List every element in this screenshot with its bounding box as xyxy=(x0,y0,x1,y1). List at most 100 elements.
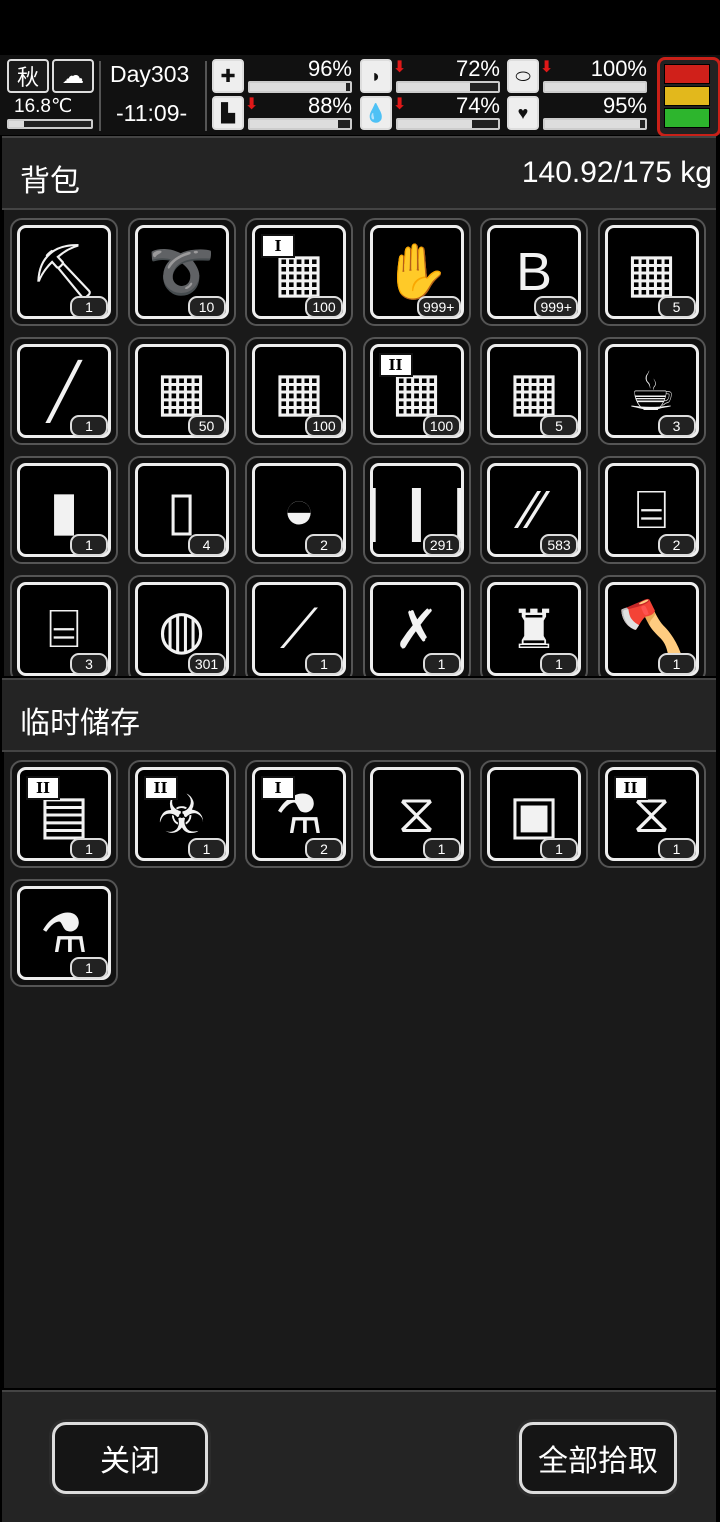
stat-heart: ♥ 95% xyxy=(507,93,649,130)
item-count: 1 xyxy=(657,653,696,675)
item-count: 4 xyxy=(187,534,226,556)
item-slot[interactable]: ╱ 1 xyxy=(10,337,118,445)
tier-badge: II xyxy=(26,776,60,800)
item-slot[interactable]: ⛏ 1 xyxy=(10,218,118,326)
item-slot[interactable]: ▦ 5 xyxy=(597,218,706,326)
item-count: 5 xyxy=(540,415,578,437)
item-count: 1 xyxy=(422,838,461,860)
item-count: 999+ xyxy=(416,296,461,318)
pickup-all-button[interactable]: 全部拾取 xyxy=(519,1422,677,1494)
storage-header: 临时储存 xyxy=(2,678,716,752)
item-count: 100 xyxy=(305,296,343,318)
stat-value: 96% xyxy=(307,56,352,81)
item-slot[interactable]: ▤ II 1 xyxy=(10,760,118,868)
item-slot[interactable]: ⌸ 3 xyxy=(10,575,118,676)
status-bar: 秋 ☁ 16.8℃ Day303 -11:09- ✚ 96% ◗ ⬇ 72% ⬭ ⬇ 100%… xyxy=(0,55,720,137)
temperature-label: 16.8℃ xyxy=(14,96,73,117)
item-count: 1 xyxy=(187,838,226,860)
stat-thirst: 💧 ⬇ 74% xyxy=(360,93,502,130)
item-slot[interactable]: ♜ 1 xyxy=(480,575,588,676)
stat-bar xyxy=(248,81,352,93)
item-count: 1 xyxy=(70,296,108,318)
item-slot[interactable]: ⧖ II 1 xyxy=(597,760,706,868)
storage-grid[interactable]: ▤ II 1 ☣ II 1 ⚗ I 2 ⧖ 1 ▣ 1 ⧖ II 1 ⚗ 1 xyxy=(4,752,716,1388)
stat-hunger: ◗ ⬇ 72% xyxy=(360,56,502,93)
item-slot[interactable]: ❙❙❙291 xyxy=(362,456,471,564)
item-count: 50 xyxy=(187,415,226,437)
item-slot[interactable]: ▦ II 100 xyxy=(362,337,471,445)
stat-bar xyxy=(396,118,500,130)
stat-health: ✚ 96% xyxy=(212,56,354,93)
stat-bar xyxy=(396,81,500,93)
stat-bar xyxy=(248,118,352,130)
stat-value: 74% xyxy=(455,93,500,118)
temperature-bar xyxy=(7,119,93,129)
backpack-weight: 140.92/175 kg xyxy=(521,156,712,189)
stat-value: 100% xyxy=(590,56,647,81)
item-slot[interactable]: ▯ 4 xyxy=(127,456,236,564)
divider xyxy=(99,61,101,131)
heart-icon: ♥ xyxy=(507,96,539,130)
item-count: 301 xyxy=(187,653,226,675)
pill-icon: ⬭ xyxy=(507,59,539,93)
stat-value: 95% xyxy=(602,93,647,118)
item-slot[interactable]: ▮ 1 xyxy=(10,456,118,564)
item-count: 1 xyxy=(657,838,696,860)
boot-icon: ▙ xyxy=(212,96,244,130)
item-count: 2 xyxy=(305,534,343,556)
medkit-icon: ✚ xyxy=(212,59,244,93)
backpack-grid[interactable]: ⛏ 1 ➰ 10 ▦ I 100 ✋ 999+ B 999+ ▦ 5 ╱ 1 ▦ 50 ▦ 100 ▦ II 100 ▦ 5 ☕… xyxy=(4,210,716,676)
backpack-header: 背包 140.92/175 kg xyxy=(2,136,716,210)
item-count: 291 xyxy=(422,534,461,556)
item-slot[interactable]: ⚗ I 2 xyxy=(245,760,353,868)
item-slot[interactable]: ◍ 301 xyxy=(127,575,236,676)
item-count: 3 xyxy=(70,653,108,675)
item-slot[interactable]: ⟋ 1 xyxy=(245,575,353,676)
time-label: -11:09- xyxy=(116,100,188,126)
season-badge: 秋 xyxy=(7,59,49,93)
item-slot[interactable]: ▦ I 100 xyxy=(245,218,353,326)
tier-badge: II xyxy=(143,776,178,800)
divider xyxy=(205,61,207,131)
item-slot[interactable]: ✗ 1 xyxy=(362,575,471,676)
item-slot[interactable]: B 999+ xyxy=(480,218,588,326)
item-slot[interactable]: 🪓 1 xyxy=(597,575,706,676)
cloud-rain-icon: ☁ xyxy=(52,59,94,93)
close-button[interactable]: 关闭 xyxy=(52,1422,208,1494)
item-count: 1 xyxy=(540,838,578,860)
tier-badge: I xyxy=(261,234,295,258)
item-count: 1 xyxy=(305,653,343,675)
item-slot[interactable]: ▦ 100 xyxy=(245,337,353,445)
item-slot[interactable]: ☣ II 1 xyxy=(127,760,236,868)
stat-bar xyxy=(543,118,647,130)
item-count: 1 xyxy=(422,653,461,675)
item-count: 1 xyxy=(70,534,108,556)
item-count: 583 xyxy=(540,534,578,556)
item-slot[interactable]: ⧖ 1 xyxy=(362,760,471,868)
item-slot[interactable]: ⌸ 2 xyxy=(597,456,706,564)
item-slot[interactable]: ⁄⁄ 583 xyxy=(480,456,588,564)
item-slot[interactable]: ▦ 50 xyxy=(127,337,236,445)
item-slot[interactable]: ☕ 3 xyxy=(597,337,706,445)
tier-badge: II xyxy=(378,353,413,377)
item-slot[interactable]: ⚗ 1 xyxy=(10,879,118,987)
water-drop-icon: 💧 xyxy=(360,96,392,130)
status-signal[interactable] xyxy=(657,57,720,137)
item-slot[interactable]: ▣ 1 xyxy=(480,760,588,868)
down-arrow-icon: ⬇ xyxy=(393,59,407,76)
item-slot[interactable]: ➰ 10 xyxy=(127,218,236,326)
down-arrow-icon: ⬇ xyxy=(540,59,554,76)
item-count: 100 xyxy=(422,415,461,437)
item-count: 2 xyxy=(657,534,696,556)
item-count: 1 xyxy=(70,415,108,437)
item-count: 3 xyxy=(657,415,696,437)
item-slot[interactable]: ◒ 2 xyxy=(245,456,353,564)
storage-title: 临时储存 xyxy=(20,707,140,740)
stat-bar xyxy=(543,81,647,93)
tier-badge: I xyxy=(261,776,295,800)
stat-value: 72% xyxy=(455,56,500,81)
item-slot[interactable]: ✋ 999+ xyxy=(362,218,471,326)
item-count: 1 xyxy=(70,838,108,860)
down-arrow-icon: ⬇ xyxy=(245,96,259,113)
item-slot[interactable]: ▦ 5 xyxy=(480,337,588,445)
